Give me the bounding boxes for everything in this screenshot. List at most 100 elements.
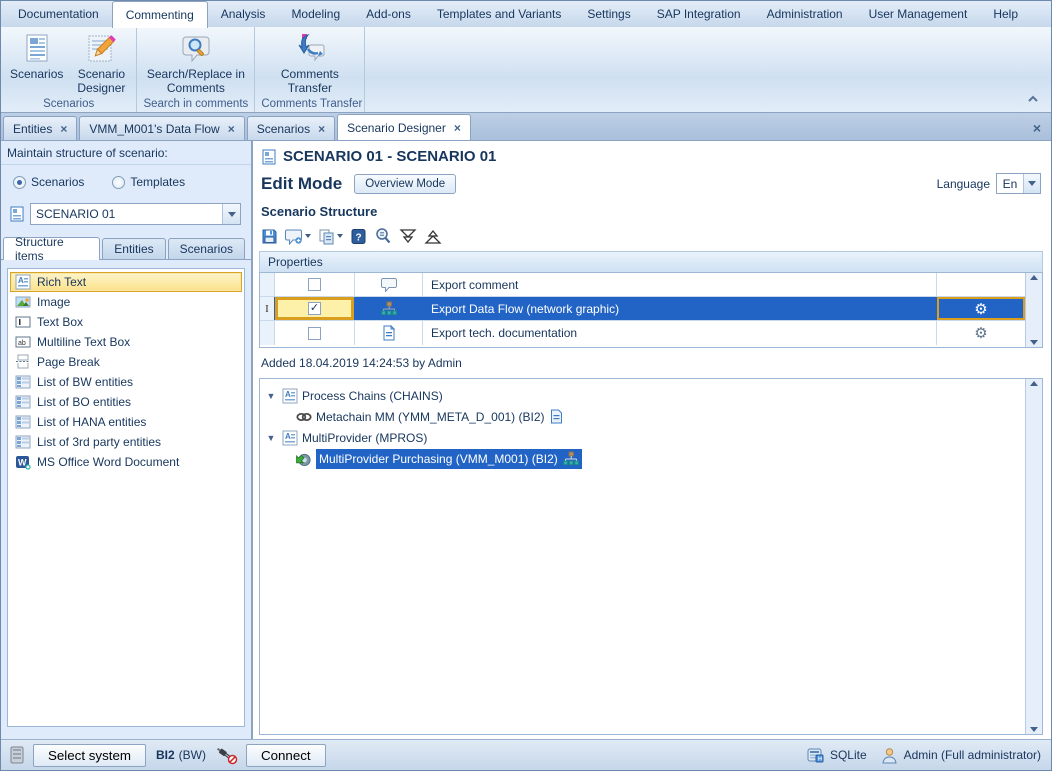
gear-settings-button[interactable]: ⚙ <box>937 297 1025 320</box>
tree-node-process-chains[interactable]: ▼ A Process Chains (CHAINS) <box>264 385 1025 406</box>
current-user-label: Admin (Full administrator) <box>904 748 1041 762</box>
gear-icon[interactable]: ⚙ <box>974 324 987 342</box>
tree-node-multiprovider-purchasing[interactable]: MultiProvider Purchasing (VMM_M001) (BI2… <box>264 448 1025 469</box>
comment-document-icon[interactable] <box>549 409 565 425</box>
svg-text:H: H <box>818 757 822 763</box>
menu-user-management[interactable]: User Management <box>856 1 981 27</box>
tab-entities[interactable]: Entities × <box>3 116 77 140</box>
list-item-page-break[interactable]: Page Break <box>10 352 242 372</box>
entity-list-icon <box>15 434 31 450</box>
list-item-list-of-3rd-party-entities[interactable]: List of 3rd party entities <box>10 432 242 452</box>
tab-structure-items[interactable]: Structure items <box>3 237 100 260</box>
add-comment-button[interactable] <box>285 228 311 245</box>
menu-help[interactable]: Help <box>980 1 1031 27</box>
scroll-up-icon[interactable] <box>1030 381 1038 386</box>
close-icon[interactable]: × <box>60 122 67 136</box>
properties-scrollbar[interactable] <box>1025 273 1042 347</box>
checkbox-unchecked-icon[interactable] <box>308 278 321 291</box>
gear-cell-empty <box>937 273 1025 296</box>
category-rich-text-icon: A <box>282 430 298 446</box>
scenario-select-dropdown-button[interactable] <box>222 204 240 224</box>
tab-scenario-designer[interactable]: Scenario Designer × <box>337 114 471 140</box>
list-item-image[interactable]: Image <box>10 292 242 312</box>
scenario-select[interactable]: SCENARIO 01 <box>30 203 241 225</box>
menu-modeling[interactable]: Modeling <box>278 1 353 27</box>
edit-mode-label: Edit Mode <box>261 174 342 194</box>
tab-sidebar-entities[interactable]: Entities <box>102 238 165 259</box>
tab-sidebar-scenarios[interactable]: Scenarios <box>168 238 245 259</box>
scroll-down-icon[interactable] <box>1030 727 1038 732</box>
table-row-export-data-flow[interactable]: I ✓ Export Data Flow (network graphic) ⚙ <box>260 297 1025 321</box>
tab-entities-label: Entities <box>13 122 52 136</box>
database-label: SQLite <box>830 748 867 762</box>
menu-analysis[interactable]: Analysis <box>208 1 279 27</box>
menu-add-ons[interactable]: Add-ons <box>353 1 424 27</box>
scenario-designer-button-label: Scenario Designer <box>75 68 127 96</box>
close-icon[interactable]: × <box>228 122 235 136</box>
menu-administration[interactable]: Administration <box>754 1 856 27</box>
tree-node-label: Metachain MM (YMM_META_D_001) (BI2) <box>316 410 545 424</box>
table-row-export-comment[interactable]: Export comment <box>260 273 1025 297</box>
tree-node-selected[interactable]: MultiProvider Purchasing (VMM_M001) (BI2… <box>316 449 582 469</box>
page-break-icon <box>15 354 31 370</box>
radio-templates[interactable]: Templates <box>112 175 185 189</box>
chain-icon <box>296 409 312 425</box>
server-icon <box>9 746 25 764</box>
list-item-rich-text[interactable]: A Rich Text <box>10 272 242 292</box>
radio-scenarios[interactable]: Scenarios <box>13 175 84 189</box>
tree-node-multiprovider[interactable]: ▼ A MultiProvider (MPROS) <box>264 427 1025 448</box>
collapse-all-icon[interactable] <box>399 228 417 245</box>
menu-templates-and-variants[interactable]: Templates and Variants <box>424 1 575 27</box>
expand-all-icon[interactable] <box>424 228 442 245</box>
menu-documentation[interactable]: Documentation <box>5 1 112 27</box>
scenario-select-value: SCENARIO 01 <box>31 207 222 221</box>
sidebar-header: Maintain structure of scenario: <box>1 141 251 165</box>
language-select[interactable]: En <box>996 173 1041 194</box>
menu-settings[interactable]: Settings <box>574 1 643 27</box>
row-label: Export comment <box>423 273 937 296</box>
zoom-button[interactable] <box>374 227 392 245</box>
chevron-expanded-icon[interactable]: ▼ <box>264 433 278 443</box>
tab-vmm-m001-data-flow[interactable]: VMM_M001's Data Flow × <box>79 116 244 140</box>
ribbon-group-search-in-comments: Search/Replace in Comments Search in com… <box>137 27 255 112</box>
list-item-list-of-bo-entities[interactable]: List of BO entities <box>10 392 242 412</box>
export-data-flow-checkbox-cell[interactable]: ✓ <box>275 297 355 320</box>
table-row-export-tech-documentation[interactable]: Export tech. documentation ⚙ <box>260 321 1025 345</box>
export-tech-doc-checkbox-cell[interactable] <box>275 321 355 345</box>
close-panel-icon[interactable]: × <box>1033 120 1041 136</box>
language-dropdown-button[interactable] <box>1023 174 1040 193</box>
menu-commenting[interactable]: Commenting <box>112 1 208 28</box>
checkbox-checked-icon[interactable]: ✓ <box>308 302 321 315</box>
close-icon[interactable]: × <box>454 121 461 135</box>
scroll-up-icon[interactable] <box>1030 275 1038 280</box>
gear-icon[interactable]: ⚙ <box>974 300 987 318</box>
scenarios-button[interactable]: Scenarios <box>5 29 68 83</box>
copy-document-button[interactable] <box>318 228 343 245</box>
scroll-down-icon[interactable] <box>1030 340 1038 345</box>
checkbox-unchecked-icon[interactable] <box>308 327 321 340</box>
list-item-ms-office-word-document[interactable]: W MS Office Word Document <box>10 452 242 472</box>
list-item-multiline-text-box[interactable]: ab Multiline Text Box <box>10 332 242 352</box>
save-button[interactable] <box>261 228 278 245</box>
tree-scrollbar[interactable] <box>1025 379 1042 734</box>
chevron-expanded-icon[interactable]: ▼ <box>264 391 278 401</box>
tree-node-metachain[interactable]: Metachain MM (YMM_META_D_001) (BI2) <box>264 406 1025 427</box>
comments-transfer-button[interactable]: Comments Transfer <box>259 29 360 97</box>
document-tab-bar: Entities × VMM_M001's Data Flow × Scenar… <box>1 113 1051 141</box>
collapse-ribbon-icon[interactable] <box>1025 92 1041 106</box>
menu-sap-integration[interactable]: SAP Integration <box>644 1 754 27</box>
overview-mode-button[interactable]: Overview Mode <box>354 174 456 194</box>
close-icon[interactable]: × <box>318 122 325 136</box>
gear-settings-button[interactable]: ⚙ <box>937 321 1025 345</box>
help-button[interactable]: ? <box>350 228 367 245</box>
select-system-button[interactable]: Select system <box>33 744 146 767</box>
list-item-text-box[interactable]: Text Box <box>10 312 242 332</box>
tab-scenarios[interactable]: Scenarios × <box>247 116 335 140</box>
connect-button[interactable]: Connect <box>246 744 326 767</box>
list-item-list-of-hana-entities[interactable]: List of HANA entities <box>10 412 242 432</box>
search-replace-in-comments-button[interactable]: Search/Replace in Comments <box>141 29 250 97</box>
export-comment-checkbox-cell[interactable] <box>275 273 355 296</box>
list-item-list-of-bw-entities[interactable]: List of BW entities <box>10 372 242 392</box>
scenario-designer-button[interactable]: Scenario Designer <box>70 29 132 97</box>
pencil-document-icon <box>84 32 118 66</box>
